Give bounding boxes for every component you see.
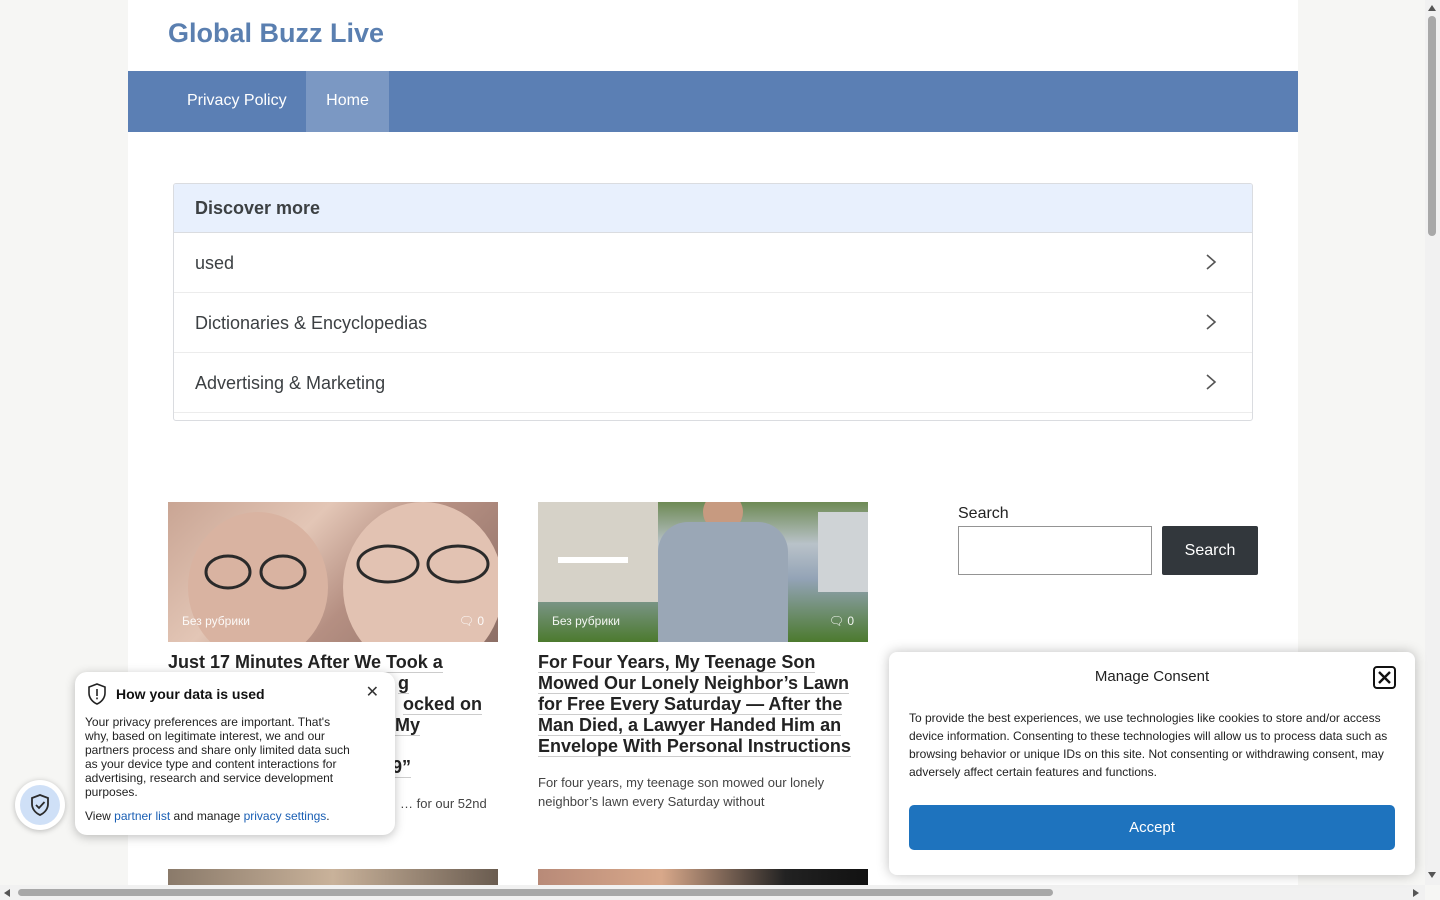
post-category[interactable]: Без рубрики bbox=[182, 614, 250, 628]
house-shape bbox=[818, 512, 868, 592]
chevron-right-icon bbox=[1206, 314, 1217, 330]
privacy-settings-link[interactable]: privacy settings bbox=[244, 809, 327, 823]
consent-dialog: Manage Consent To provide the best exper… bbox=[889, 652, 1415, 875]
scroll-left-icon[interactable] bbox=[4, 889, 10, 897]
consent-title: Manage Consent bbox=[1094, 668, 1210, 685]
nav-item-privacy-policy[interactable]: Privacy Policy bbox=[167, 71, 307, 132]
vertical-scroll-thumb[interactable] bbox=[1428, 16, 1436, 236]
search-label: Search bbox=[958, 505, 1009, 522]
scroll-up-icon[interactable] bbox=[1428, 5, 1436, 11]
post-thumbnail[interactable]: Без рубрики 🗨︎ 0 bbox=[538, 502, 868, 642]
site-title[interactable]: Global Buzz Live bbox=[168, 18, 384, 49]
glasses-shape bbox=[356, 544, 490, 584]
privacy-settings-button[interactable] bbox=[15, 780, 65, 830]
nav-item-home[interactable]: Home bbox=[306, 71, 389, 132]
shield-check-icon bbox=[31, 794, 49, 816]
discover-item-label: used bbox=[195, 253, 235, 273]
comment-count[interactable]: 🗨︎ 0 bbox=[829, 614, 854, 628]
close-icon[interactable]: ✕ bbox=[366, 682, 379, 702]
search-button[interactable]: Search bbox=[1162, 526, 1258, 575]
porch-shape bbox=[538, 502, 658, 602]
shield-alert-icon bbox=[88, 683, 106, 705]
discover-more-box: Discover more used Dictionaries & Encycl… bbox=[173, 183, 1253, 421]
privacy-popup-body: Your privacy preferences are important. … bbox=[85, 715, 350, 799]
privacy-popup-links: View partner list and manage privacy set… bbox=[85, 809, 330, 823]
privacy-popup-title: How your data is used bbox=[116, 686, 265, 702]
horizontal-scroll-thumb[interactable] bbox=[18, 889, 1053, 896]
post-title[interactable]: For Four Years, My Teenage Son Mowed Our… bbox=[538, 652, 868, 757]
railing-shape bbox=[558, 557, 628, 563]
post-card: Без рубрики 🗨︎ 0 For Four Years, My Teen… bbox=[538, 502, 868, 811]
glasses-shape bbox=[204, 554, 307, 590]
comment-count[interactable]: 🗨︎ 0 bbox=[459, 614, 484, 628]
privacy-popup: How your data is used ✕ Your privacy pre… bbox=[75, 672, 395, 835]
post-thumbnail[interactable]: Без рубрики 🗨︎ 0 bbox=[168, 502, 498, 642]
horizontal-scrollbar[interactable] bbox=[0, 885, 1425, 900]
comment-icon: 🗨︎ bbox=[828, 614, 844, 628]
discover-more-heading: Discover more bbox=[174, 184, 1252, 233]
discover-item-label: Advertising & Marketing bbox=[195, 373, 386, 393]
shirt-shape bbox=[658, 522, 788, 642]
consent-text: To provide the best experiences, we use … bbox=[909, 711, 1388, 779]
accept-button[interactable]: Accept bbox=[909, 805, 1395, 850]
privacy-popup-header: How your data is used bbox=[85, 683, 385, 705]
post-excerpt: For four years, my teenage son mowed our… bbox=[538, 775, 825, 809]
scroll-right-icon[interactable] bbox=[1413, 889, 1419, 897]
vertical-scrollbar[interactable] bbox=[1425, 0, 1440, 885]
post-excerpt: … for our 52nd bbox=[400, 796, 487, 811]
main-nav: Privacy Policy Home bbox=[128, 71, 1298, 132]
chevron-right-icon bbox=[1206, 374, 1217, 390]
post-category[interactable]: Без рубрики bbox=[552, 614, 620, 628]
comment-icon: 🗨︎ bbox=[458, 614, 474, 628]
search-input[interactable] bbox=[958, 526, 1152, 575]
discover-item-used[interactable]: used bbox=[174, 233, 1252, 293]
discover-item-dictionaries[interactable]: Dictionaries & Encyclopedias bbox=[174, 293, 1252, 353]
close-icon[interactable] bbox=[1373, 666, 1396, 689]
partner-list-link[interactable]: partner list bbox=[114, 809, 170, 823]
discover-item-advertising[interactable]: Advertising & Marketing bbox=[174, 353, 1252, 413]
scroll-down-icon[interactable] bbox=[1428, 872, 1436, 878]
discover-item-label: Dictionaries & Encyclopedias bbox=[195, 313, 428, 333]
chevron-right-icon bbox=[1206, 254, 1217, 270]
